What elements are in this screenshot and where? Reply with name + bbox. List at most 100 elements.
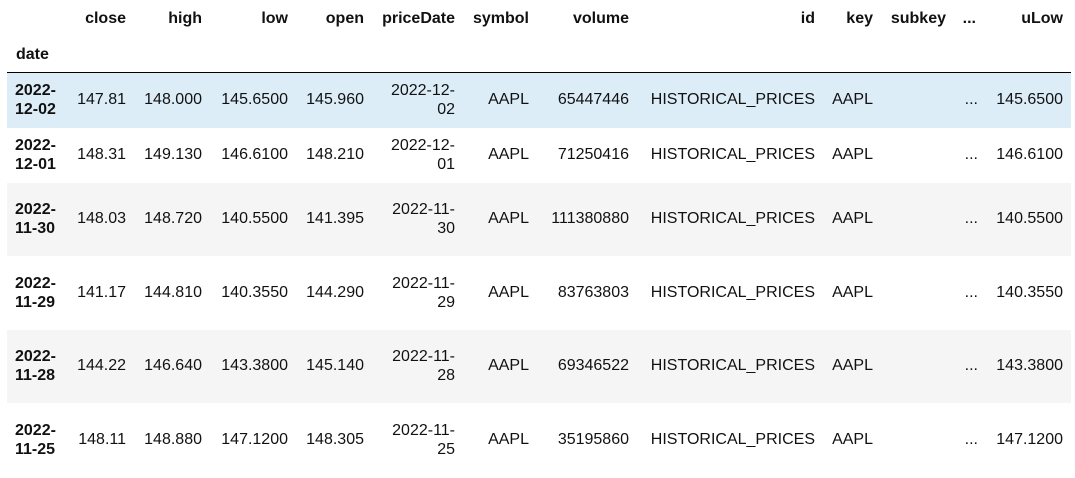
cell-volume: 69346522 [557,357,629,374]
cell-low: 145.6500 [221,91,288,109]
cell-ellipsis: ... [964,91,978,109]
corner-cell [7,0,67,38]
cell-key: AAPL [832,210,873,227]
cell-id: HISTORICAL_PRICES [650,146,815,163]
cell-id: HISTORICAL_PRICES [650,357,815,374]
table-row[interactable]: 2022-11-25 148.11 148.880 147.1200 148.305 20… [7,402,1071,477]
cell-low: 143.3800 [221,357,288,374]
column-header-pricedate[interactable]: priceDate [372,0,463,38]
cell-high: 149.130 [144,146,202,163]
row-index-date: 2022-12-02 [15,82,56,119]
table-row[interactable]: 2022-12-02 147.81 148.000 145.6500 145.960 20… [7,72,1071,128]
cell-close: 148.31 [77,146,126,163]
cell-pricedate: 2022-11-30 [392,201,455,237]
column-header-close[interactable]: close [67,0,134,38]
cell-ellipsis: ... [964,430,978,448]
table-row[interactable]: 2022-12-01 148.31 149.130 146.6100 148.210 20… [7,127,1071,183]
cell-open: 144.290 [306,283,364,301]
cell-key: AAPL [832,430,873,448]
dataframe-output: close high low open priceDate symbol vol… [7,0,1071,477]
cell-close: 148.03 [77,210,126,227]
column-header-row: close high low open priceDate symbol vol… [7,0,1071,38]
row-index-date: 2022-11-29 [15,274,56,311]
cell-subkey [881,330,954,403]
dataframe-table: close high low open priceDate symbol vol… [7,0,1071,477]
cell-high: 148.720 [144,210,202,227]
index-header-date[interactable]: date [7,38,67,73]
cell-key: AAPL [832,146,873,163]
cell-key: AAPL [832,91,873,109]
cell-pricedate: 2022-12-01 [390,137,455,173]
cell-ellipsis: ... [964,210,978,227]
cell-ellipsis: ... [964,357,978,374]
column-header-id[interactable]: id [637,0,823,38]
cell-open: 145.140 [306,357,364,374]
cell-subkey [881,73,954,128]
cell-close: 144.22 [77,357,126,374]
cell-volume: 65447446 [557,91,629,109]
cell-high: 146.640 [144,357,202,374]
column-header-symbol[interactable]: symbol [463,0,537,38]
cell-ulow: 143.3800 [996,357,1063,374]
cell-high: 148.000 [144,91,202,109]
cell-id: HISTORICAL_PRICES [650,210,815,227]
table-row[interactable]: 2022-11-28 144.22 146.640 143.3800 145.140 20… [7,329,1071,403]
column-header-key[interactable]: key [823,0,881,38]
index-header-row: date [7,38,1071,73]
cell-open: 148.210 [306,146,364,163]
cell-symbol: AAPL [488,430,529,448]
cell-open: 148.305 [306,430,364,448]
cell-subkey [881,128,954,183]
cell-id: HISTORICAL_PRICES [650,430,815,448]
column-header-open[interactable]: open [296,0,372,38]
cell-symbol: AAPL [488,91,529,109]
table-row[interactable]: 2022-11-30 148.03 148.720 140.5500 141.395 20… [7,182,1071,256]
row-index-date: 2022-11-28 [15,348,56,384]
cell-pricedate: 2022-11-28 [392,348,455,384]
column-header-ellipsis: ... [962,10,976,27]
cell-symbol: AAPL [488,357,529,374]
cell-volume: 35195860 [557,430,629,448]
column-header-high[interactable]: high [134,0,210,38]
cell-close: 147.81 [77,91,126,109]
cell-symbol: AAPL [488,146,529,163]
cell-symbol: AAPL [488,210,529,227]
cell-ulow: 140.5500 [996,210,1063,227]
cell-high: 148.880 [144,430,202,448]
cell-pricedate: 2022-11-29 [392,274,455,311]
cell-ulow: 140.3550 [996,283,1063,301]
cell-key: AAPL [832,283,873,301]
cell-ellipsis: ... [964,146,978,163]
cell-ulow: 146.6100 [996,146,1063,163]
row-index-date: 2022-11-30 [15,201,56,237]
cell-id: HISTORICAL_PRICES [650,91,815,109]
cell-volume: 83763803 [557,283,629,301]
column-header-volume[interactable]: volume [537,0,637,38]
cell-low: 146.6100 [221,146,288,163]
cell-open: 141.395 [306,210,364,227]
cell-ulow: 147.1200 [996,430,1063,448]
cell-subkey [881,256,954,330]
cell-high: 144.810 [144,283,202,301]
column-header-ulow[interactable]: uLow [984,0,1071,38]
cell-close: 141.17 [77,283,126,301]
table-row[interactable]: 2022-11-29 141.17 144.810 140.3550 144.290 20… [7,255,1071,330]
table-body: 2022-12-02 147.81 148.000 145.6500 145.960 20… [7,72,1071,477]
cell-ulow: 145.6500 [996,91,1063,109]
cell-subkey [881,403,954,477]
cell-volume: 71250416 [557,146,629,163]
cell-key: AAPL [832,357,873,374]
cell-pricedate: 2022-12-02 [390,82,455,119]
cell-close: 148.11 [78,430,126,448]
cell-low: 140.3550 [221,283,288,301]
cell-ellipsis: ... [964,283,978,301]
column-header-low[interactable]: low [210,0,296,38]
cell-open: 145.960 [306,91,364,109]
cell-volume: 111380880 [551,210,629,227]
cell-low: 147.1200 [221,430,288,448]
cell-pricedate: 2022-11-25 [392,421,455,458]
cell-low: 140.5500 [221,210,288,227]
row-index-date: 2022-12-01 [15,137,56,173]
row-index-date: 2022-11-25 [15,421,56,458]
column-header-subkey[interactable]: subkey [881,0,954,38]
